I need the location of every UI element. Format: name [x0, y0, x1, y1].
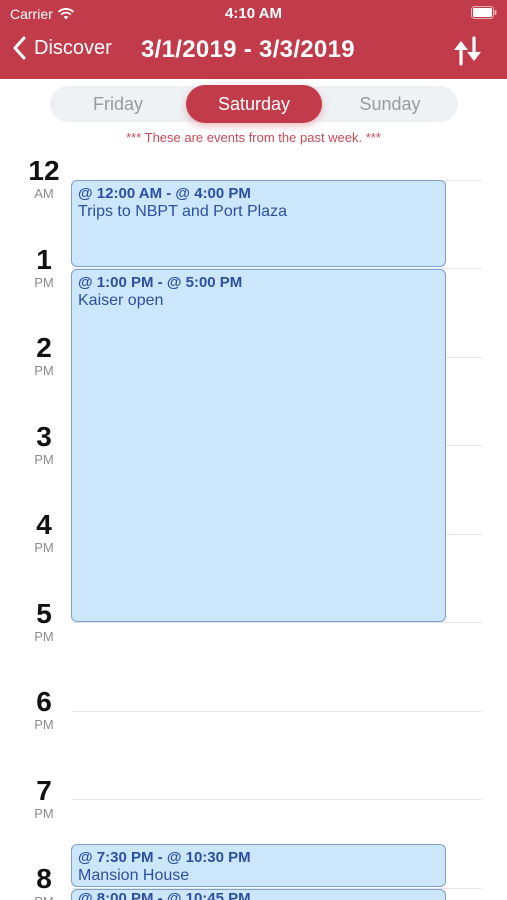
hour-number: 8 [36, 863, 52, 894]
hour-number: 2 [36, 332, 52, 363]
battery-icon [471, 6, 497, 19]
event-title: Kaiser open [78, 292, 164, 309]
date-range-title: 3/1/2019 - 3/3/2019 [141, 36, 355, 63]
day-segmented-control: Friday Saturday Sunday [50, 85, 458, 123]
hour-label-7pm: 7 PM [22, 776, 66, 822]
grid-line [72, 711, 482, 712]
event-title: Trips to NBPT and Port Plaza [78, 203, 287, 220]
hour-ampm: PM [22, 894, 66, 900]
hour-label-3pm: 3 PM [22, 422, 66, 468]
hour-number: 3 [36, 421, 52, 452]
hour-number: 12 [28, 155, 60, 186]
back-label: Discover [34, 36, 112, 59]
grid-line [72, 622, 482, 623]
hour-label-1pm: 1 PM [22, 245, 66, 291]
hour-ampm: PM [34, 717, 54, 732]
hour-number: 7 [36, 775, 52, 806]
event-card[interactable]: @ 7:30 PM - @ 10:30 PM Mansion House [71, 844, 446, 887]
hour-label-5pm: 5 PM [22, 599, 66, 645]
event-card[interactable]: @ 1:00 PM - @ 5:00 PM Kaiser open [71, 269, 446, 622]
hour-ampm: PM [34, 540, 54, 555]
grid-line [72, 799, 482, 800]
hour-label-6pm: 6 PM [22, 687, 66, 733]
tab-saturday-label: Saturday [217, 94, 291, 114]
event-card[interactable]: @ 12:00 AM - @ 4:00 PM Trips to NBPT and… [71, 180, 446, 267]
hour-number: 4 [36, 509, 52, 540]
hour-label-2pm: 2 PM [22, 333, 66, 379]
hour-ampm: PM [34, 452, 54, 467]
event-time: @ 8:00 PM - @ 10:45 PM [78, 890, 251, 900]
past-events-notice: *** These are events from the past week.… [126, 130, 381, 145]
event-time: @ 1:00 PM - @ 5:00 PM [78, 274, 243, 291]
chevron-left-icon [13, 36, 26, 60]
hour-label-4pm: 4 PM [22, 510, 66, 556]
hour-ampm: PM [34, 275, 54, 290]
swap-arrows-icon[interactable] [451, 36, 485, 66]
hour-label-12am: 12 AM [22, 156, 66, 202]
hour-number: 1 [36, 244, 52, 275]
tab-friday[interactable]: Friday [50, 86, 186, 122]
event-card[interactable]: @ 8:00 PM - @ 10:45 PM [71, 889, 446, 900]
hour-ampm: AM [34, 186, 54, 201]
back-button[interactable]: Discover [12, 36, 112, 60]
event-title: Mansion House [78, 867, 190, 884]
status-time: 4:10 AM [225, 5, 282, 22]
hour-number: 6 [36, 686, 52, 717]
tab-sunday[interactable]: Sunday [322, 86, 458, 122]
hour-ampm: PM [34, 363, 54, 378]
event-time: @ 12:00 AM - @ 4:00 PM [78, 185, 251, 202]
app-header: Carrier 4:10 AM Discover 3/1/2019 - 3/3/… [0, 0, 507, 79]
hour-number: 5 [36, 598, 52, 629]
hour-ampm: PM [34, 806, 54, 821]
hour-label-8pm: 8 PM [22, 864, 66, 900]
hour-ampm: PM [34, 629, 54, 644]
event-time: @ 7:30 PM - @ 10:30 PM [78, 849, 251, 866]
tab-saturday-selected[interactable]: Saturday [186, 85, 322, 123]
